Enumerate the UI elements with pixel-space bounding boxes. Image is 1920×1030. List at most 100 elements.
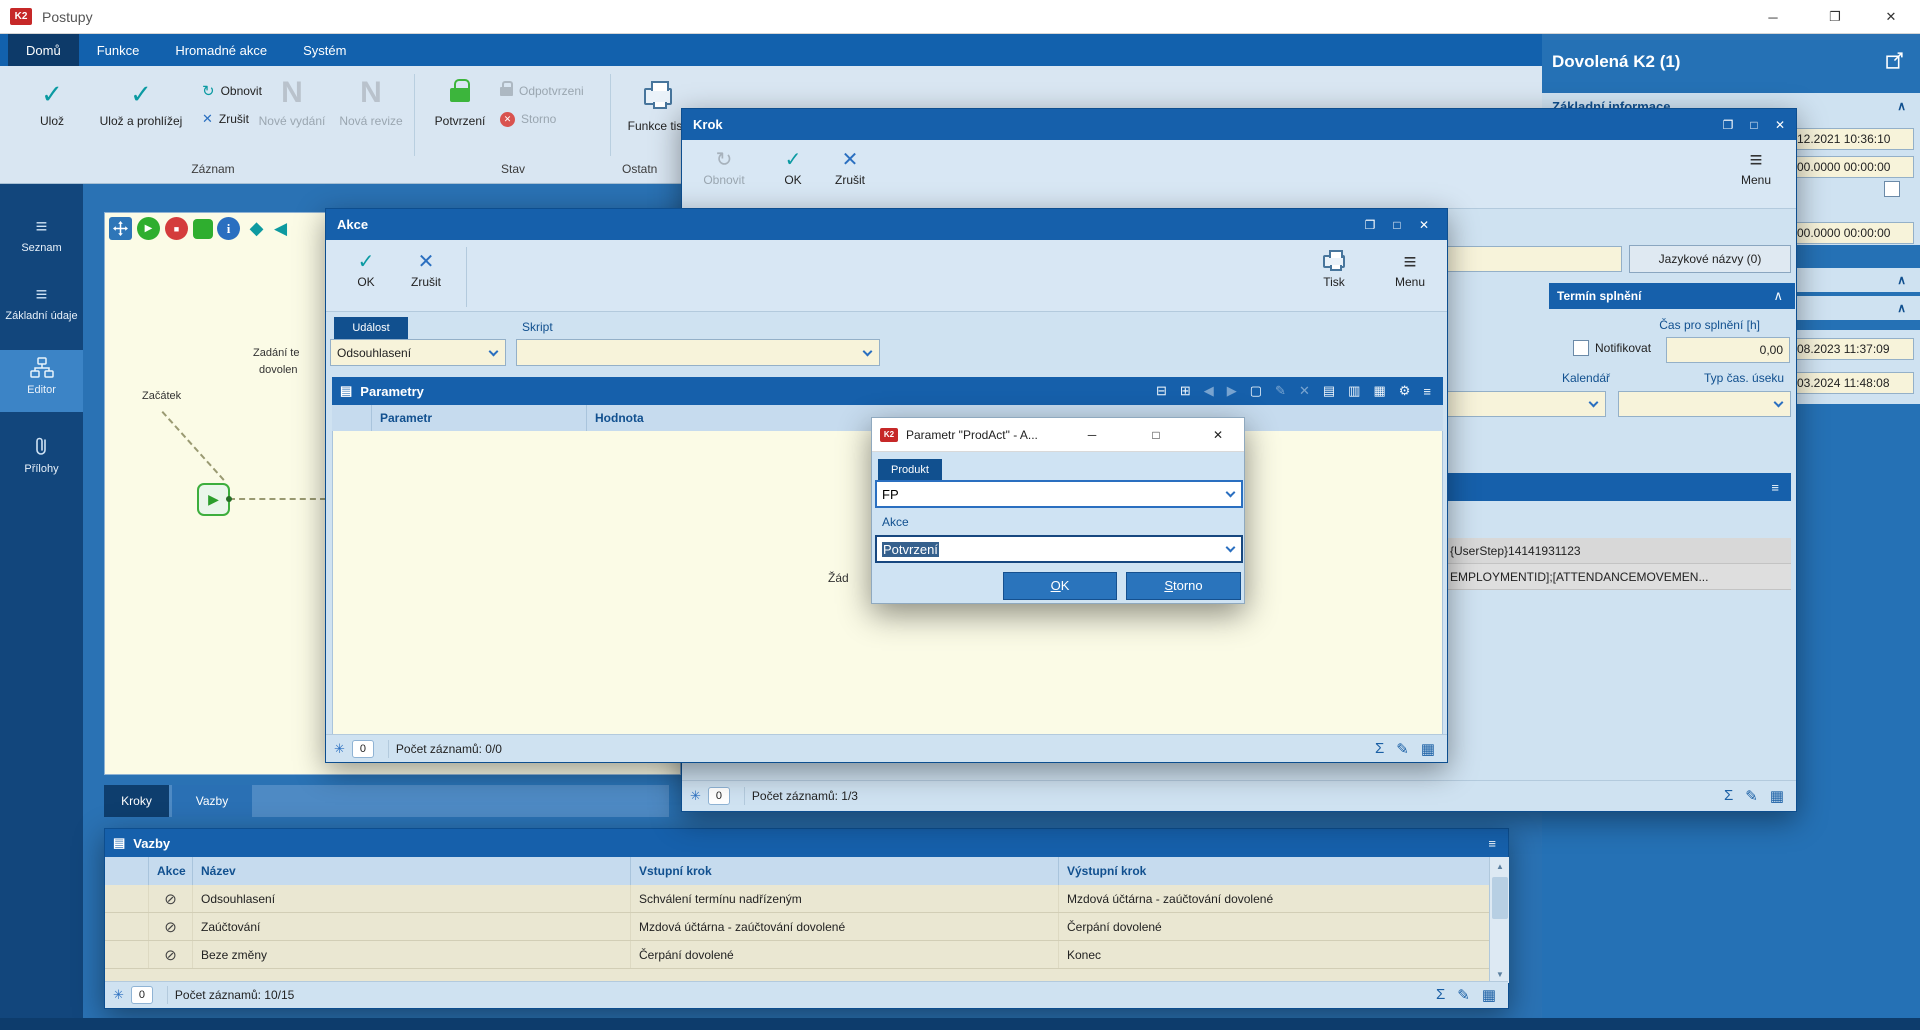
krok-refresh-button[interactable]: ↻ Obnovit bbox=[694, 147, 754, 187]
filter-icon[interactable]: ✳ bbox=[690, 788, 701, 804]
scrollbar-thumb[interactable] bbox=[1492, 877, 1508, 919]
table-row[interactable]: ⊘ Beze změny Čerpání dovolené Konec bbox=[105, 941, 1489, 969]
confirm-button[interactable]: Potvrzení bbox=[424, 74, 496, 160]
ribbon-tab-domu[interactable]: Domů bbox=[8, 34, 79, 66]
duration-field[interactable]: 00.0000 00:00:00 bbox=[1792, 222, 1914, 244]
table-row[interactable]: ⊘ Zaúčtování Mzdová účtárna - zaúčtování… bbox=[105, 913, 1489, 941]
unconfirm-button[interactable]: Odpotvrzeni bbox=[500, 80, 584, 102]
krok-menu-button[interactable]: ≡ Menu bbox=[1728, 147, 1784, 187]
grid-icon[interactable]: ▦ bbox=[1421, 740, 1435, 758]
dialog-ok-button[interactable]: OK bbox=[1003, 572, 1117, 600]
akce-print-button[interactable]: Tisk bbox=[1310, 249, 1358, 289]
column-vystupni-krok[interactable]: Výstupní krok bbox=[1059, 857, 1489, 885]
new-doc-icon[interactable]: ▢ bbox=[1250, 383, 1262, 399]
open-in-window-icon[interactable] bbox=[1886, 52, 1905, 74]
info-icon[interactable]: i bbox=[217, 217, 240, 240]
edit-icon[interactable]: ✎ bbox=[1396, 740, 1409, 758]
collapse-icon[interactable]: ∧ bbox=[1773, 288, 1783, 304]
tab-kroky[interactable]: Kroky bbox=[104, 785, 169, 817]
save-button[interactable]: ✓ Ulož bbox=[20, 74, 84, 160]
ribbon-tab-hromadne-akce[interactable]: Hromadné akce bbox=[157, 34, 285, 66]
sidebar-item-prilohy[interactable]: Přílohy bbox=[0, 429, 83, 493]
collapse-icon[interactable]: ∧ bbox=[1897, 99, 1906, 113]
filter-icon[interactable]: ✳ bbox=[334, 741, 345, 757]
delete-icon[interactable]: ✕ bbox=[1299, 383, 1310, 399]
grid-icon[interactable]: ▦ bbox=[1770, 787, 1784, 805]
ribbon-tab-funkce[interactable]: Funkce bbox=[79, 34, 158, 66]
dropdown-icon[interactable] bbox=[1225, 487, 1236, 498]
column-nazev[interactable]: Název bbox=[193, 857, 631, 885]
changed-date-field[interactable]: 03.2024 11:48:08 bbox=[1792, 372, 1914, 394]
menu-icon[interactable]: ≡ bbox=[1423, 384, 1431, 399]
expand-icon[interactable]: ⊞ bbox=[1180, 383, 1191, 399]
checkbox[interactable] bbox=[1884, 181, 1900, 197]
grid-icon[interactable]: ▦ bbox=[1482, 986, 1496, 1004]
minimize-icon[interactable]: ─ bbox=[1080, 423, 1104, 447]
collapse-icon[interactable]: ∧ bbox=[1897, 301, 1906, 315]
menu-icon[interactable]: ≡ bbox=[1771, 480, 1779, 495]
column-vstupni-krok[interactable]: Vstupní krok bbox=[631, 857, 1059, 885]
dialog-storno-button[interactable]: Storno bbox=[1126, 572, 1241, 600]
restore-icon[interactable]: ❐ bbox=[1716, 109, 1740, 140]
back-arrow-icon[interactable]: ◀ bbox=[269, 217, 292, 240]
sum-icon[interactable]: Σ bbox=[1375, 740, 1384, 758]
edit-icon[interactable]: ✎ bbox=[1745, 787, 1758, 805]
chart-icon[interactable]: ▥ bbox=[1348, 383, 1360, 399]
square-icon[interactable] bbox=[193, 219, 213, 239]
close-icon[interactable]: ✕ bbox=[1412, 209, 1436, 240]
sidebar-item-seznam[interactable]: ≡ Seznam bbox=[0, 208, 83, 264]
diamond-icon[interactable]: ◆ bbox=[245, 217, 268, 240]
close-icon[interactable]: ✕ bbox=[1768, 109, 1792, 140]
play-icon[interactable]: ▶ bbox=[137, 217, 160, 240]
maximize-icon[interactable]: □ bbox=[1144, 423, 1168, 447]
sidebar-item-editor[interactable]: Editor bbox=[0, 350, 83, 412]
collapse-icon[interactable]: ∧ bbox=[1897, 273, 1906, 287]
vertical-scrollbar[interactable]: ▲ ▼ bbox=[1489, 857, 1509, 983]
event-combo[interactable]: Odsouhlasení bbox=[330, 339, 506, 366]
edit-icon[interactable]: ✎ bbox=[1275, 383, 1286, 399]
dropdown-icon[interactable] bbox=[1773, 397, 1784, 408]
dropdown-icon[interactable] bbox=[488, 346, 499, 356]
edit-icon[interactable]: ✎ bbox=[1457, 986, 1470, 1004]
maximize-icon[interactable]: □ bbox=[1385, 209, 1409, 240]
krok-ok-button[interactable]: ✓ OK bbox=[770, 147, 816, 187]
akce-ok-button[interactable]: ✓ OK bbox=[342, 249, 390, 289]
tab-vazby[interactable]: Vazby bbox=[172, 785, 252, 817]
akce-menu-button[interactable]: ≡ Menu bbox=[1382, 249, 1438, 289]
collapse-icon[interactable]: ⊟ bbox=[1156, 383, 1167, 399]
krok-cancel-button[interactable]: ✕ Zrušit bbox=[822, 147, 878, 187]
save-and-view-button[interactable]: ✓ Ulož a prohlížej bbox=[94, 74, 188, 160]
stop-icon[interactable]: ■ bbox=[165, 217, 188, 240]
time-unit-combo[interactable] bbox=[1618, 391, 1791, 417]
menu-icon[interactable]: ≡ bbox=[1488, 836, 1496, 851]
akce-input[interactable]: Potvrzení bbox=[875, 535, 1243, 563]
maximize-icon[interactable]: □ bbox=[1742, 109, 1766, 140]
created-date-field[interactable]: 08.2023 11:37:09 bbox=[1792, 338, 1914, 360]
notify-checkbox[interactable] bbox=[1573, 340, 1589, 356]
storno-button[interactable]: ✕ Storno bbox=[500, 108, 556, 130]
move-icon[interactable] bbox=[109, 217, 132, 240]
close-icon[interactable]: ✕ bbox=[1206, 423, 1230, 447]
sidebar-item-zakladni-udaje[interactable]: ≡ Základní údaje bbox=[0, 276, 83, 342]
cancel-button[interactable]: ✕ Zrušit bbox=[202, 108, 249, 130]
language-names-button[interactable]: Jazykové názvy (0) bbox=[1629, 245, 1791, 273]
settings-icon[interactable]: ⚙ bbox=[1399, 383, 1411, 399]
dropdown-icon[interactable] bbox=[862, 346, 873, 356]
scroll-up-icon[interactable]: ▲ bbox=[1490, 857, 1510, 875]
next-icon[interactable]: ▶ bbox=[1227, 383, 1237, 399]
new-revision-button[interactable]: N Nová revize bbox=[336, 74, 406, 160]
dropdown-icon[interactable] bbox=[1225, 542, 1236, 553]
refresh-button[interactable]: ↻ Obnovit bbox=[202, 80, 262, 102]
columns-icon[interactable]: ▦ bbox=[1373, 383, 1385, 399]
column-akce[interactable]: Akce bbox=[149, 857, 193, 885]
node-connector-dot[interactable] bbox=[226, 496, 232, 502]
table-row[interactable]: ⊘ Odsouhlasení Schválení termínu nadříze… bbox=[105, 885, 1489, 913]
restore-icon[interactable]: ❐ bbox=[1358, 209, 1382, 240]
new-issue-button[interactable]: N Nové vydání bbox=[254, 74, 330, 160]
close-button[interactable]: ✕ bbox=[1868, 0, 1914, 34]
time-value-field[interactable]: 0,00 bbox=[1666, 337, 1790, 363]
duration-field[interactable]: 00.0000 00:00:00 bbox=[1792, 156, 1914, 178]
minimize-button[interactable]: ─ bbox=[1750, 0, 1796, 34]
maximize-button[interactable]: ❐ bbox=[1812, 0, 1858, 34]
sum-icon[interactable]: Σ bbox=[1436, 986, 1445, 1004]
